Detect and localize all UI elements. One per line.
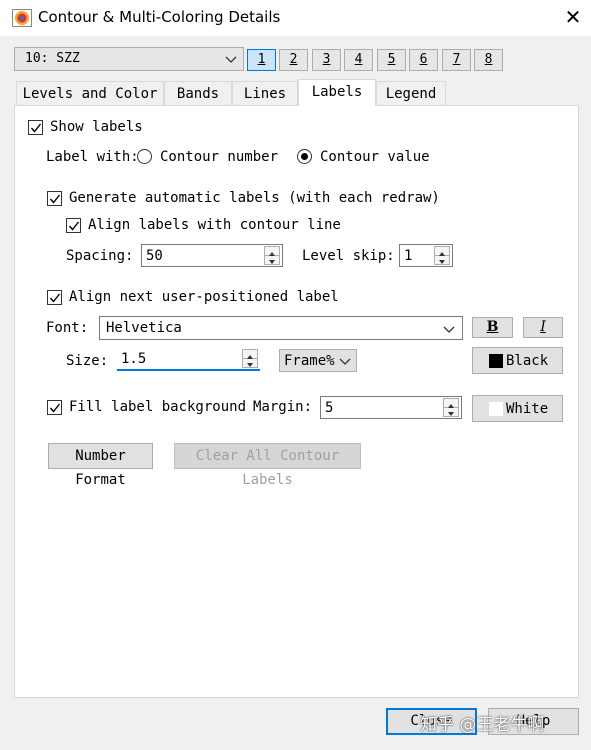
- color-swatch: [489, 354, 503, 368]
- plot-selector-value: 10: SZZ: [25, 51, 80, 66]
- level-skip-label: Level skip:: [302, 248, 395, 264]
- size-units-value: Frame%: [284, 353, 335, 369]
- number-format-button[interactable]: Number Format: [48, 443, 153, 488]
- bold-button[interactable]: B: [472, 317, 513, 338]
- label-color-text: Black: [506, 353, 549, 369]
- font-value: Helvetica: [106, 320, 182, 336]
- align-next-user-checkbox[interactable]: [47, 290, 62, 305]
- chevron-down-icon: [338, 352, 352, 374]
- tab-bands[interactable]: Bands: [164, 81, 232, 105]
- spin-down-icon: [265, 256, 279, 265]
- size-input[interactable]: 1.5: [117, 348, 260, 371]
- generate-automatic-checkbox[interactable]: [47, 191, 62, 206]
- generate-automatic-label: Generate automatic labels (with each red…: [69, 190, 440, 206]
- spin-up-icon: [265, 247, 279, 256]
- level-skip-value: 1: [404, 248, 413, 264]
- spacing-input[interactable]: 50: [141, 244, 283, 267]
- plot-number-5[interactable]: 5: [377, 49, 406, 71]
- margin-input[interactable]: 5: [320, 396, 462, 419]
- show-labels-label: Show labels: [50, 119, 143, 135]
- tab-lines[interactable]: Lines: [232, 81, 298, 105]
- align-next-user-label: Align next user-positioned label: [69, 289, 339, 305]
- align-with-line-checkbox[interactable]: [66, 218, 81, 233]
- font-label: Font:: [46, 320, 89, 336]
- align-with-line-label: Align labels with contour line: [88, 217, 341, 233]
- spin-down-icon: [435, 256, 449, 265]
- window-title: Contour & Multi-Coloring Details: [38, 8, 281, 26]
- app-icon: [12, 9, 32, 27]
- label-with-label: Label with:: [46, 149, 139, 165]
- tab-legend[interactable]: Legend: [376, 81, 446, 105]
- italic-button[interactable]: I: [523, 317, 563, 338]
- color-swatch: [489, 402, 503, 416]
- checkmark-icon: [49, 403, 61, 413]
- watermark: 知乎 @王老牛啊: [420, 715, 545, 735]
- spacing-label: Spacing:: [66, 248, 134, 264]
- plot-number-7[interactable]: 7: [442, 49, 471, 71]
- plot-number-8[interactable]: 8: [474, 49, 503, 71]
- margin-value: 5: [325, 400, 334, 416]
- spacing-value: 50: [146, 248, 163, 264]
- tab-levels-and-color[interactable]: Levels and Color: [16, 81, 164, 105]
- size-value: 1.5: [121, 351, 147, 367]
- fill-color-button[interactable]: White: [472, 395, 563, 422]
- checkmark-icon: [30, 123, 42, 133]
- close-icon[interactable]: ✕: [562, 6, 584, 28]
- checkmark-icon: [49, 293, 61, 303]
- spinner-arrows[interactable]: [242, 349, 258, 368]
- plot-number-1[interactable]: 1: [247, 49, 276, 71]
- margin-label: Margin:: [253, 399, 313, 415]
- spin-up-icon: [435, 247, 449, 256]
- chevron-down-icon: [224, 50, 238, 68]
- plot-number-2[interactable]: 2: [279, 49, 308, 71]
- spin-up-icon: [243, 350, 257, 359]
- spinner-arrows[interactable]: [264, 246, 280, 265]
- plot-number-4[interactable]: 4: [344, 49, 373, 71]
- level-skip-input[interactable]: 1: [399, 244, 453, 267]
- spinner-arrows[interactable]: [443, 398, 459, 417]
- label-color-button[interactable]: Black: [472, 347, 563, 374]
- size-units-select[interactable]: Frame%: [279, 349, 357, 372]
- checkmark-icon: [68, 221, 80, 231]
- font-select[interactable]: Helvetica: [99, 316, 463, 340]
- show-labels-checkbox[interactable]: [28, 120, 43, 135]
- spin-down-icon: [243, 359, 257, 368]
- tab-labels[interactable]: Labels: [298, 79, 376, 106]
- contour-value-radio[interactable]: [297, 149, 312, 164]
- clear-all-labels-button[interactable]: Clear All Contour Labels: [174, 443, 361, 488]
- plot-number-6[interactable]: 6: [409, 49, 438, 71]
- fill-background-checkbox[interactable]: [47, 400, 62, 415]
- fill-color-text: White: [506, 401, 549, 417]
- spinner-arrows[interactable]: [434, 246, 450, 265]
- plot-selector[interactable]: 10: SZZ: [14, 47, 244, 71]
- size-label: Size:: [66, 353, 109, 369]
- contour-number-label: Contour number: [160, 149, 279, 165]
- chevron-down-icon: [442, 320, 456, 338]
- plot-number-3[interactable]: 3: [312, 49, 341, 71]
- contour-value-label: Contour value: [320, 149, 430, 165]
- fill-background-label: Fill label background: [69, 399, 247, 415]
- contour-number-radio[interactable]: [137, 149, 152, 164]
- spin-down-icon: [444, 408, 458, 417]
- checkmark-icon: [49, 194, 61, 204]
- spin-up-icon: [444, 399, 458, 408]
